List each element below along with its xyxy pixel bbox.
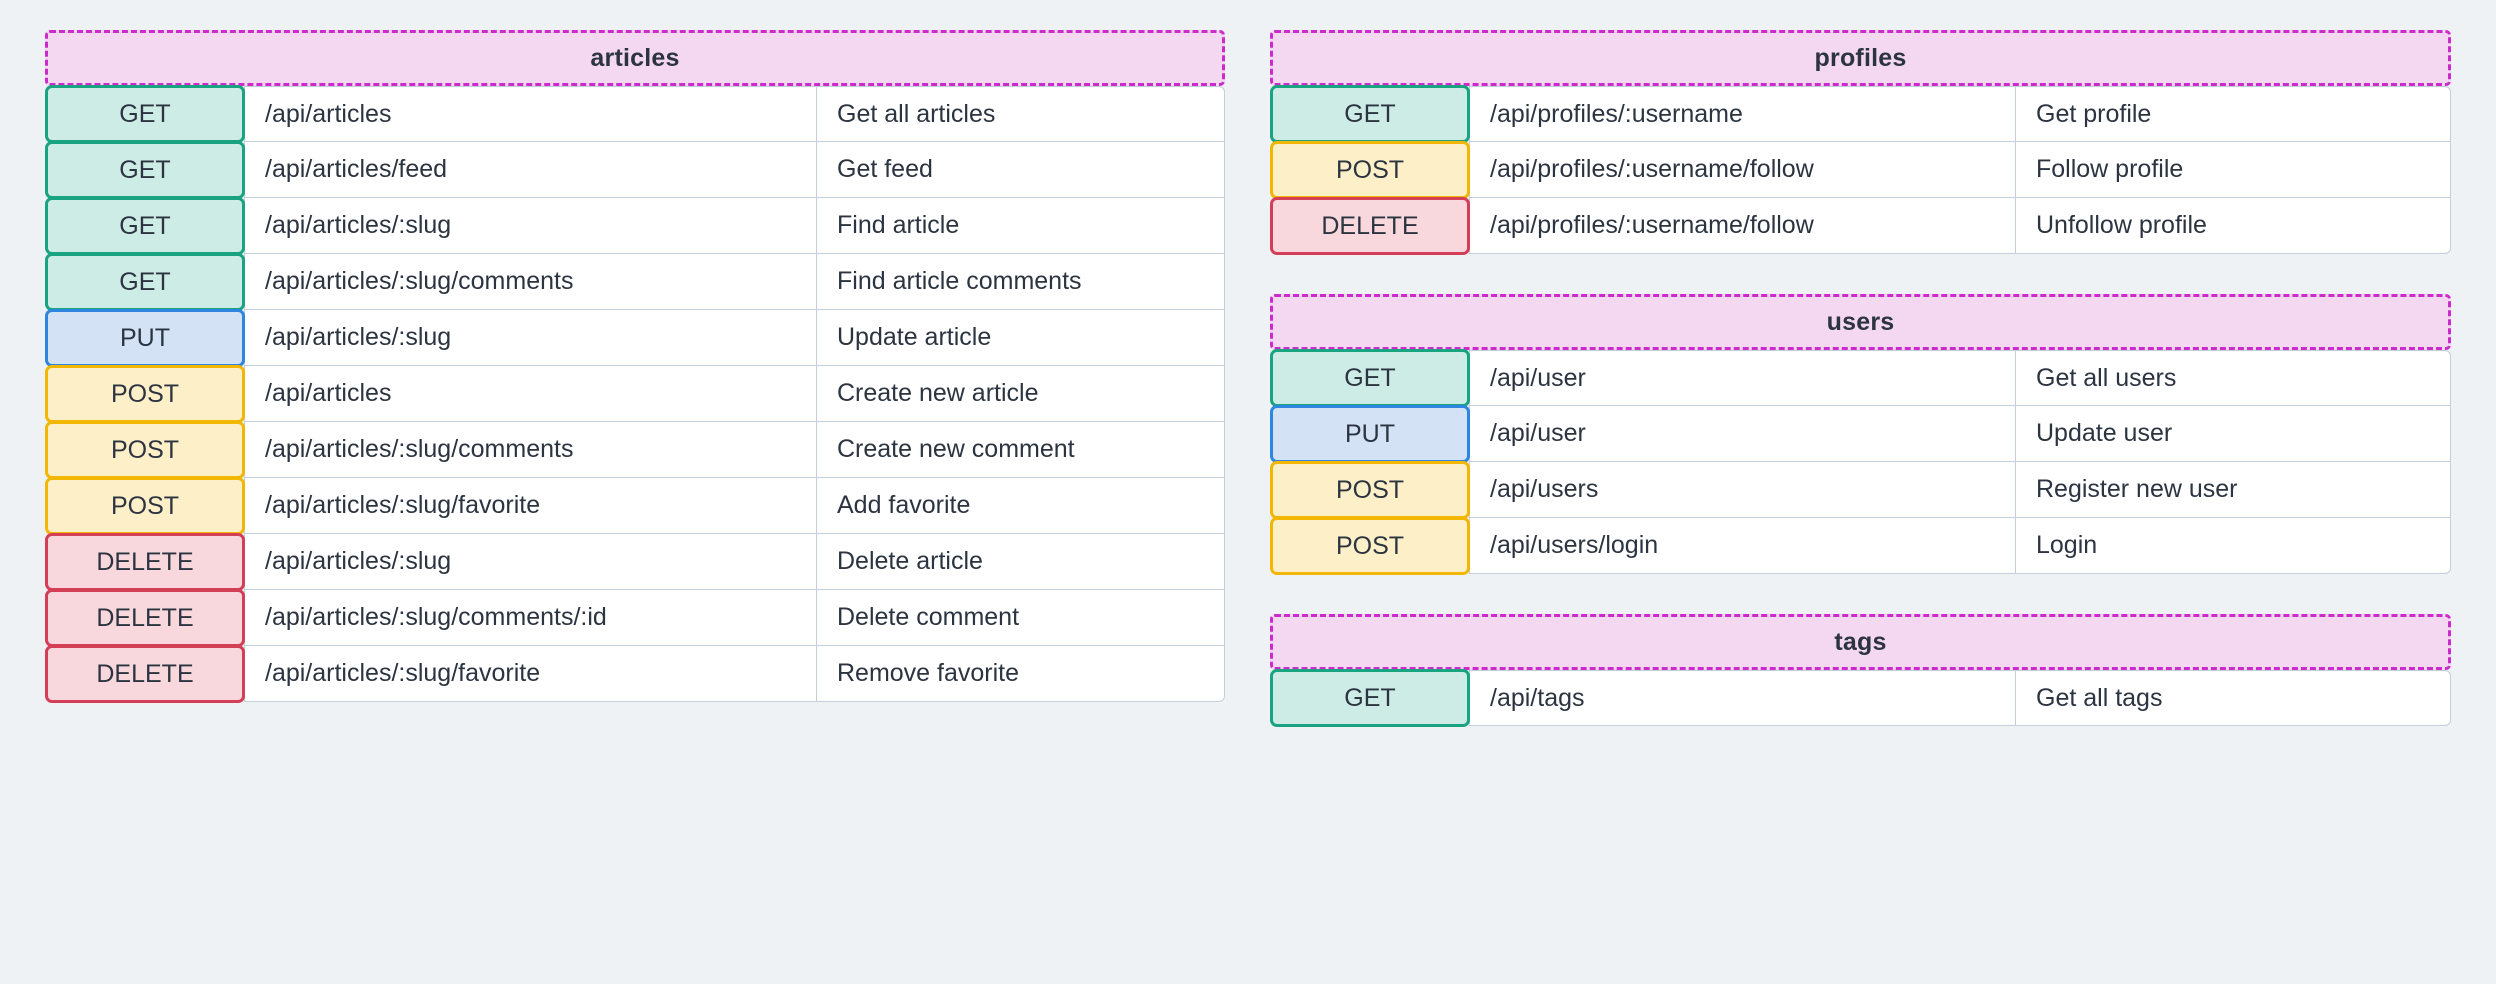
endpoint-description: Get feed <box>816 141 1225 198</box>
group-title: articles <box>45 30 1225 86</box>
endpoint-row[interactable]: GET/api/articles Get all articles <box>45 85 1225 143</box>
method-badge-put[interactable]: PUT <box>1270 405 1470 463</box>
endpoint-path: /api/articles/:slug/comments <box>244 421 817 478</box>
method-badge-get[interactable]: GET <box>45 85 245 143</box>
endpoint-row[interactable]: GET/api/user Get all users <box>1270 349 2451 407</box>
route-group-users: users GET/api/user Get all users PUT/api/us… <box>1270 294 2451 575</box>
endpoint-path: /api/articles/:slug/comments <box>244 253 817 310</box>
endpoint-path: /api/articles <box>244 365 817 422</box>
method-badge-delete[interactable]: DELETE <box>45 589 245 647</box>
endpoint-row[interactable]: GET/api/tags Get all tags <box>1270 669 2451 727</box>
group-title: tags <box>1270 614 2451 670</box>
endpoint-row[interactable]: POST/api/users Register new user <box>1270 461 2451 519</box>
endpoint-path: /api/tags <box>1469 670 2016 726</box>
endpoint-path: /api/profiles/:username/follow <box>1469 197 2016 254</box>
endpoint-description: Add favorite <box>816 477 1225 534</box>
method-badge-delete[interactable]: DELETE <box>45 533 245 591</box>
endpoint-row[interactable]: DELETE/api/articles/:slug Delete article <box>45 533 1225 591</box>
method-badge-post[interactable]: POST <box>1270 517 1470 575</box>
endpoint-list: GET/api/tags Get all tags <box>1270 669 2451 727</box>
method-badge-get[interactable]: GET <box>1270 349 1470 407</box>
method-badge-post[interactable]: POST <box>45 365 245 423</box>
endpoint-description: Get all users <box>2015 350 2451 406</box>
endpoint-row[interactable]: PUT/api/articles/:slug Update article <box>45 309 1225 367</box>
right-column: profiles GET/api/profiles/:username Get pr… <box>1270 30 2451 727</box>
endpoint-description: Create new article <box>816 365 1225 422</box>
method-badge-post[interactable]: POST <box>45 421 245 479</box>
endpoint-path: /api/articles/:slug/favorite <box>244 477 817 534</box>
endpoint-path: /api/articles <box>244 86 817 142</box>
endpoint-description: Delete comment <box>816 589 1225 646</box>
route-group-profiles: profiles GET/api/profiles/:username Get pr… <box>1270 30 2451 255</box>
endpoint-row[interactable]: POST/api/articles/:slug/favorite Add favo… <box>45 477 1225 535</box>
method-badge-put[interactable]: PUT <box>45 309 245 367</box>
method-badge-get[interactable]: GET <box>1270 85 1470 143</box>
endpoint-row[interactable]: GET/api/articles/feed Get feed <box>45 141 1225 199</box>
endpoint-list: GET/api/user Get all users PUT/api/user Upd… <box>1270 349 2451 575</box>
endpoint-list: GET/api/articles Get all articles GET/api/… <box>45 85 1225 703</box>
endpoint-row[interactable]: GET/api/articles/:slug/comments Find arti… <box>45 253 1225 311</box>
method-badge-post[interactable]: POST <box>1270 461 1470 519</box>
endpoint-row[interactable]: POST/api/users/login Login <box>1270 517 2451 575</box>
endpoint-row[interactable]: DELETE/api/profiles/:username/follow Unfo… <box>1270 197 2451 255</box>
group-title: profiles <box>1270 30 2451 86</box>
endpoint-row[interactable]: DELETE/api/articles/:slug/favorite Remove… <box>45 645 1225 703</box>
endpoint-description: Login <box>2015 517 2451 574</box>
endpoint-path: /api/articles/:slug/favorite <box>244 645 817 702</box>
left-column: articles GET/api/articles Get all articles… <box>45 30 1225 703</box>
method-badge-delete[interactable]: DELETE <box>45 645 245 703</box>
endpoint-path: /api/articles/:slug <box>244 309 817 366</box>
endpoint-description: Delete article <box>816 533 1225 590</box>
method-badge-delete[interactable]: DELETE <box>1270 197 1470 255</box>
route-group-tags: tags GET/api/tags Get all tags <box>1270 614 2451 727</box>
endpoint-path: /api/profiles/:username <box>1469 86 2016 142</box>
endpoint-path: /api/user <box>1469 350 2016 406</box>
api-routes-diagram: articles GET/api/articles Get all articles… <box>0 0 2496 984</box>
method-badge-get[interactable]: GET <box>45 253 245 311</box>
endpoint-row[interactable]: PUT/api/user Update user <box>1270 405 2451 463</box>
method-badge-post[interactable]: POST <box>1270 141 1470 199</box>
endpoint-description: Register new user <box>2015 461 2451 518</box>
method-badge-post[interactable]: POST <box>45 477 245 535</box>
endpoint-description: Follow profile <box>2015 141 2451 198</box>
endpoint-list: GET/api/profiles/:username Get profile POS… <box>1270 85 2451 255</box>
method-badge-get[interactable]: GET <box>45 197 245 255</box>
route-group-articles: articles GET/api/articles Get all articles… <box>45 30 1225 703</box>
endpoint-description: Update article <box>816 309 1225 366</box>
method-badge-get[interactable]: GET <box>1270 669 1470 727</box>
endpoint-path: /api/user <box>1469 405 2016 462</box>
endpoint-row[interactable]: GET/api/articles/:slug Find article <box>45 197 1225 255</box>
group-title: users <box>1270 294 2451 350</box>
endpoint-description: Unfollow profile <box>2015 197 2451 254</box>
endpoint-path: /api/articles/:slug/comments/:id <box>244 589 817 646</box>
endpoint-path: /api/users <box>1469 461 2016 518</box>
endpoint-row[interactable]: GET/api/profiles/:username Get profile <box>1270 85 2451 143</box>
endpoint-row[interactable]: DELETE/api/articles/:slug/comments/:id De… <box>45 589 1225 647</box>
endpoint-row[interactable]: POST/api/articles/:slug/comments Create n… <box>45 421 1225 479</box>
endpoint-path: /api/articles/:slug <box>244 533 817 590</box>
endpoint-row[interactable]: POST/api/profiles/:username/follow Follow… <box>1270 141 2451 199</box>
endpoint-description: Get all articles <box>816 86 1225 142</box>
endpoint-description: Get all tags <box>2015 670 2451 726</box>
method-badge-get[interactable]: GET <box>45 141 245 199</box>
endpoint-row[interactable]: POST/api/articles Create new article <box>45 365 1225 423</box>
endpoint-description: Find article comments <box>816 253 1225 310</box>
endpoint-description: Update user <box>2015 405 2451 462</box>
endpoint-description: Find article <box>816 197 1225 254</box>
endpoint-path: /api/articles/feed <box>244 141 817 198</box>
endpoint-description: Create new comment <box>816 421 1225 478</box>
endpoint-path: /api/profiles/:username/follow <box>1469 141 2016 198</box>
endpoint-description: Remove favorite <box>816 645 1225 702</box>
endpoint-path: /api/users/login <box>1469 517 2016 574</box>
endpoint-description: Get profile <box>2015 86 2451 142</box>
endpoint-path: /api/articles/:slug <box>244 197 817 254</box>
